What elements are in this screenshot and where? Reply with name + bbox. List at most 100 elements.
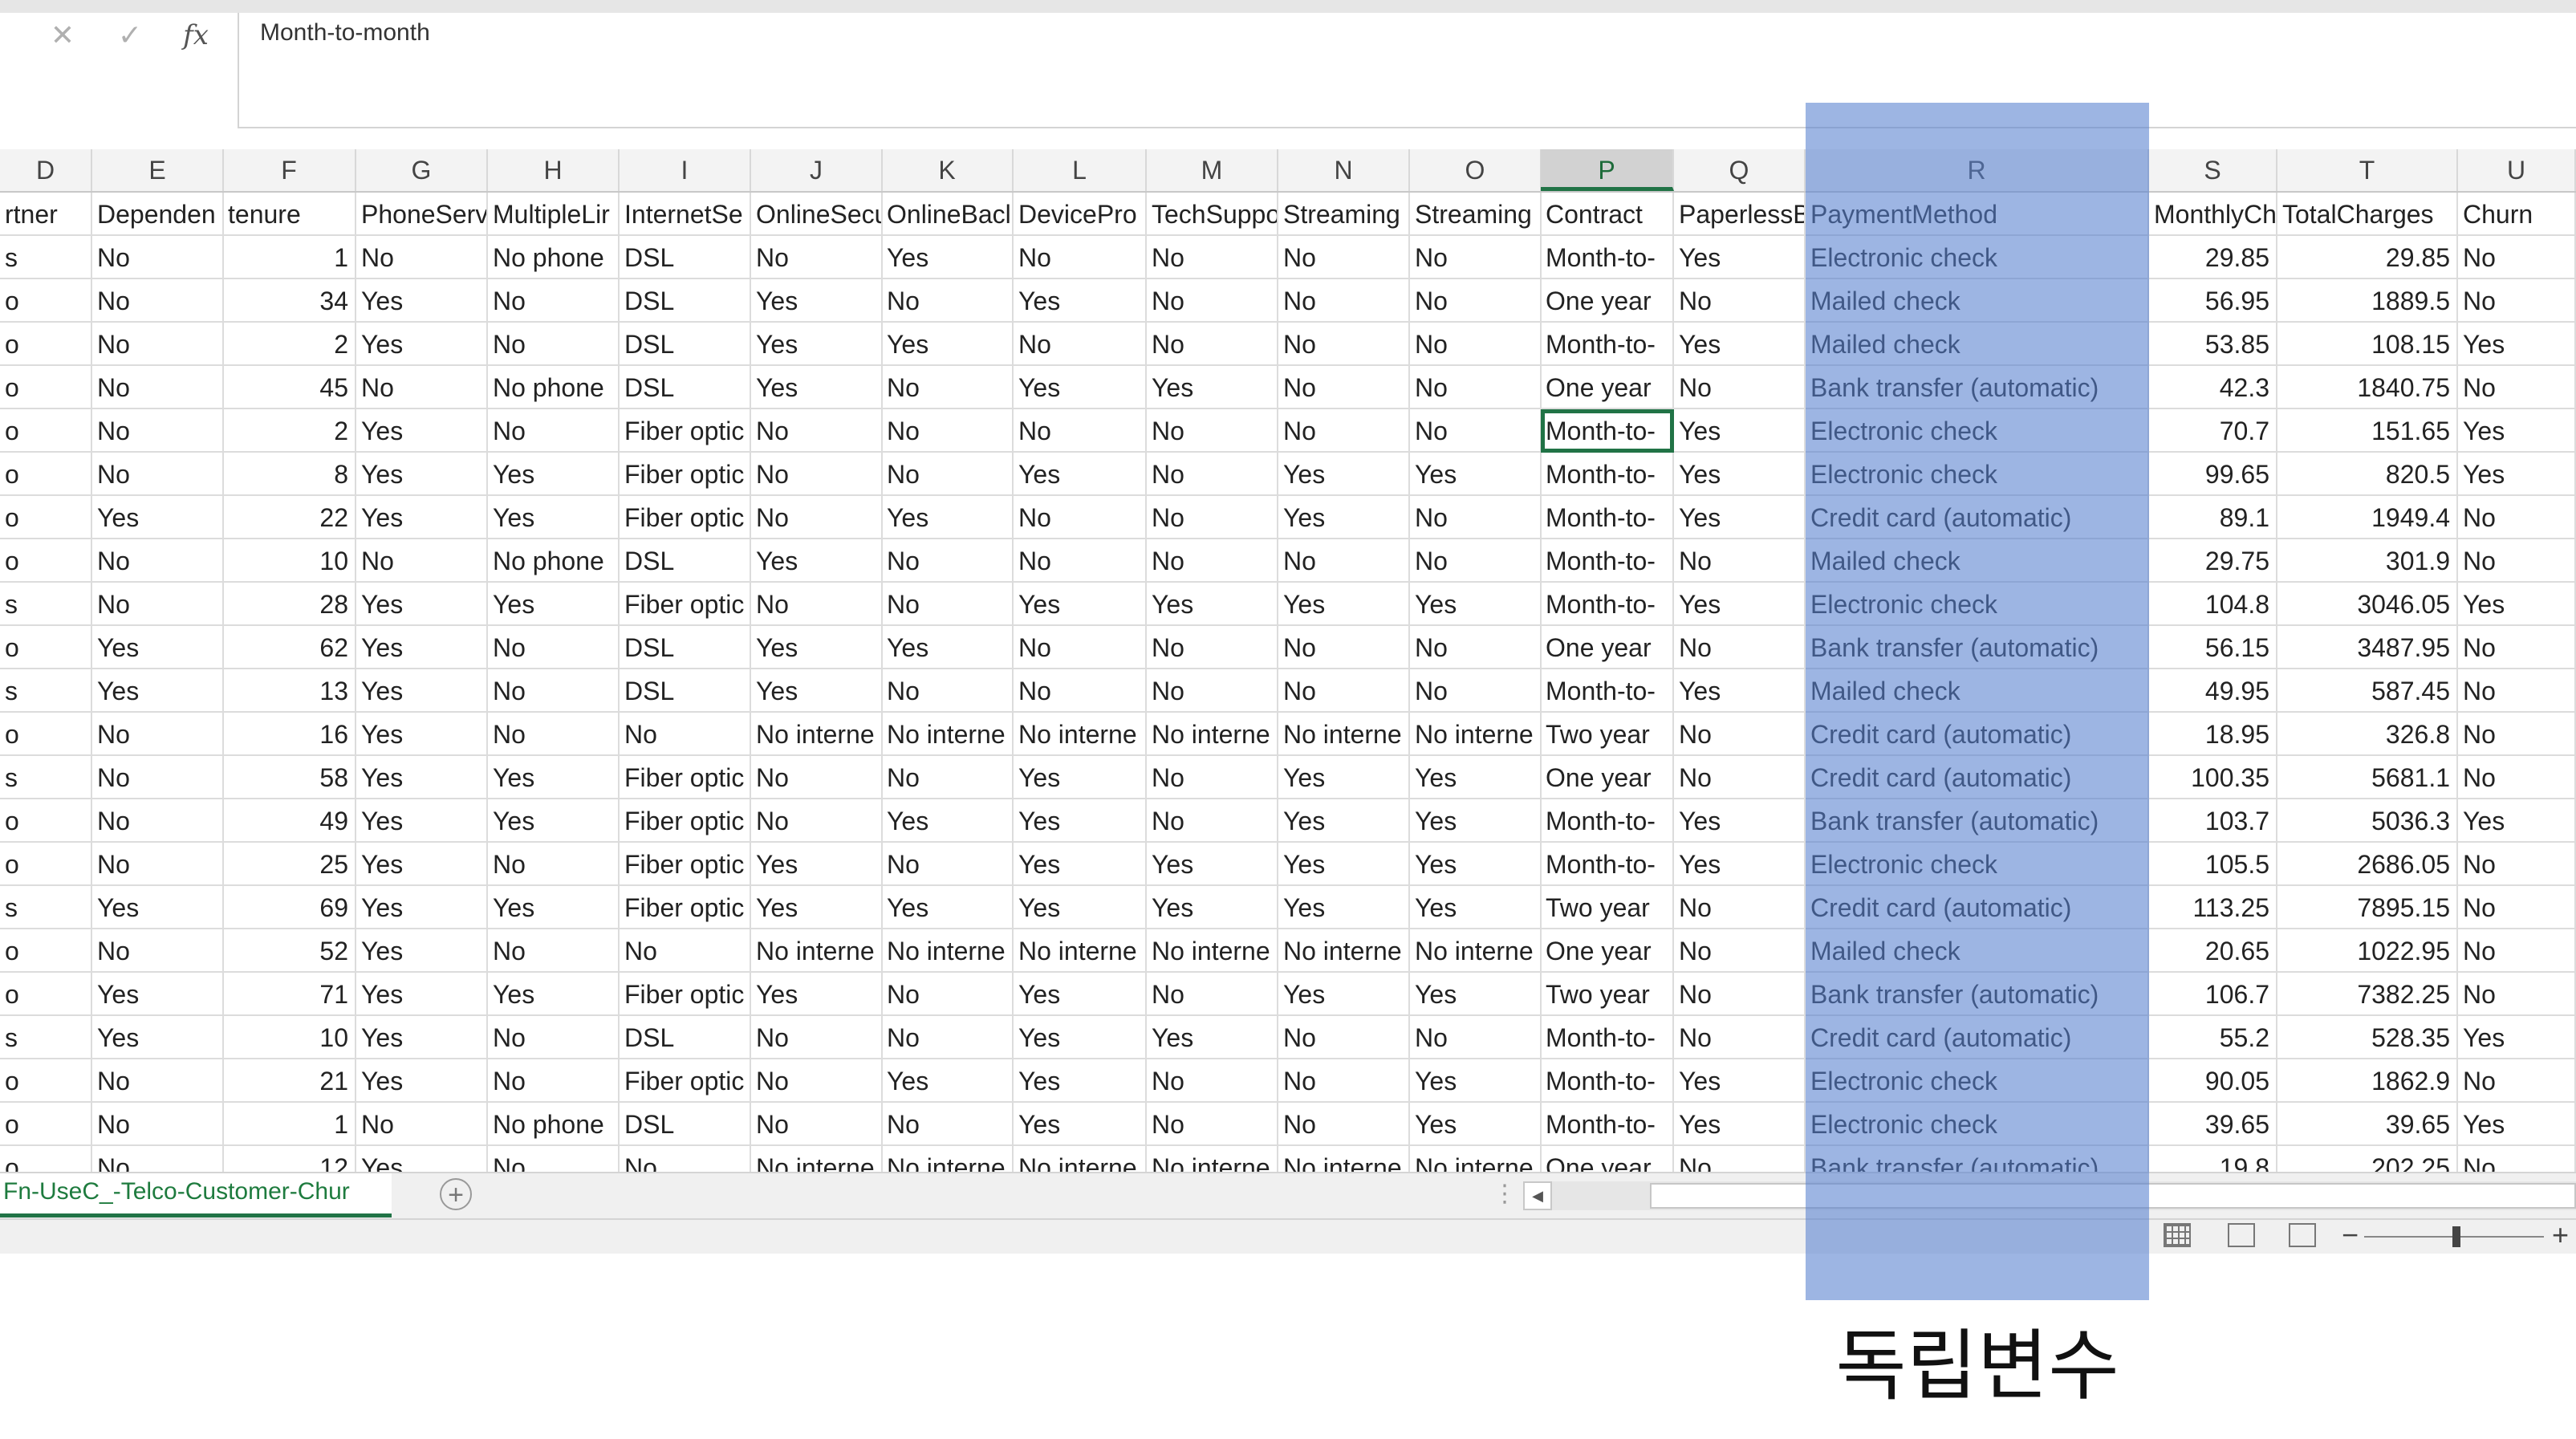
header-cell-p[interactable]: Contract (1541, 193, 1674, 236)
cell-m[interactable]: No interne (1147, 713, 1278, 756)
cell-s[interactable]: 49.95 (2149, 669, 2277, 713)
cell-o[interactable]: No (1410, 669, 1542, 713)
cell-q[interactable]: Yes (1674, 583, 1806, 626)
cell-e[interactable]: Yes (92, 626, 224, 669)
cell-m[interactable]: No (1147, 756, 1278, 799)
cell-k[interactable]: No (882, 1016, 1014, 1059)
cell-o[interactable]: Yes (1410, 799, 1542, 843)
cell-l[interactable]: Yes (1014, 279, 1147, 323)
cell-i[interactable]: Fiber optic (620, 583, 751, 626)
cell-f[interactable]: 2 (223, 323, 356, 366)
cell-s[interactable]: 39.65 (2149, 1103, 2277, 1146)
cell-d[interactable]: o (0, 279, 92, 323)
cell-o[interactable]: Yes (1410, 1103, 1542, 1146)
cell-o[interactable]: Yes (1410, 886, 1542, 929)
cell-f[interactable]: 45 (223, 366, 356, 409)
cell-q[interactable]: Yes (1674, 453, 1806, 496)
cell-f[interactable]: 10 (223, 539, 356, 583)
cell-e[interactable]: No (92, 929, 224, 973)
cell-l[interactable]: No interne (1014, 929, 1147, 973)
header-cell-g[interactable]: PhoneServ (356, 193, 488, 236)
cell-h[interactable]: Yes (488, 453, 620, 496)
cell-u[interactable]: Yes (2458, 1016, 2576, 1059)
cell-e[interactable]: No (92, 843, 224, 886)
cell-f[interactable]: 10 (223, 1016, 356, 1059)
cell-p[interactable]: Month-to- (1541, 453, 1674, 496)
cell-d[interactable]: o (0, 1146, 92, 1172)
cell-j[interactable]: No (751, 583, 883, 626)
cell-f[interactable]: 49 (223, 799, 356, 843)
zoom-in-button[interactable]: + (2552, 1218, 2569, 1252)
cell-k[interactable]: No (882, 1103, 1014, 1146)
cell-u[interactable]: Yes (2458, 323, 2576, 366)
cell-l[interactable]: Yes (1014, 1103, 1147, 1146)
cell-g[interactable]: Yes (356, 1059, 488, 1103)
cell-o[interactable]: No (1410, 323, 1542, 366)
cell-q[interactable]: Yes (1674, 323, 1806, 366)
cell-k[interactable]: Yes (882, 799, 1014, 843)
cell-n[interactable]: No (1278, 1016, 1410, 1059)
cell-l[interactable]: Yes (1014, 756, 1147, 799)
cell-f[interactable]: 1 (223, 236, 356, 279)
cell-h[interactable]: No (488, 626, 620, 669)
cell-p[interactable]: Month-to- (1541, 1059, 1674, 1103)
cell-k[interactable]: No (882, 409, 1014, 453)
cell-q[interactable]: No (1674, 279, 1806, 323)
cell-k[interactable]: No (882, 366, 1014, 409)
cell-e[interactable]: Yes (92, 496, 224, 539)
header-cell-e[interactable]: Dependen (92, 193, 224, 236)
header-cell-h[interactable]: MultipleLir (488, 193, 620, 236)
cell-l[interactable]: Yes (1014, 366, 1147, 409)
column-header-g[interactable]: G (356, 149, 488, 191)
cell-p[interactable]: Two year (1541, 886, 1674, 929)
cell-t[interactable]: 7382.25 (2277, 973, 2458, 1016)
cell-u[interactable]: No (2458, 279, 2576, 323)
cell-h[interactable]: No phone (488, 1103, 620, 1146)
cell-l[interactable]: No (1014, 409, 1147, 453)
cell-e[interactable]: No (92, 756, 224, 799)
cell-g[interactable]: Yes (356, 626, 488, 669)
cell-s[interactable]: 104.8 (2149, 583, 2277, 626)
cell-u[interactable]: No (2458, 929, 2576, 973)
cell-k[interactable]: No (882, 669, 1014, 713)
cell-t[interactable]: 587.45 (2277, 669, 2458, 713)
cell-o[interactable]: No (1410, 409, 1542, 453)
cell-e[interactable]: Yes (92, 886, 224, 929)
cell-s[interactable]: 113.25 (2149, 886, 2277, 929)
cell-g[interactable]: Yes (356, 279, 488, 323)
cell-g[interactable]: Yes (356, 496, 488, 539)
cell-n[interactable]: No (1278, 669, 1410, 713)
cell-s[interactable]: 29.85 (2149, 236, 2277, 279)
cell-j[interactable]: No interne (751, 713, 883, 756)
page-layout-view-icon[interactable] (2228, 1223, 2255, 1247)
cell-j[interactable]: Yes (751, 539, 883, 583)
column-header-h[interactable]: H (488, 149, 620, 191)
cell-i[interactable]: Fiber optic (620, 409, 751, 453)
cell-g[interactable]: Yes (356, 756, 488, 799)
cell-t[interactable]: 1840.75 (2277, 366, 2458, 409)
cell-m[interactable]: No (1147, 626, 1278, 669)
cell-i[interactable]: Fiber optic (620, 886, 751, 929)
cell-k[interactable]: No interne (882, 713, 1014, 756)
cell-m[interactable]: Yes (1147, 366, 1278, 409)
cell-j[interactable]: No interne (751, 929, 883, 973)
cell-o[interactable]: Yes (1410, 583, 1542, 626)
cell-s[interactable]: 106.7 (2149, 973, 2277, 1016)
cell-f[interactable]: 22 (223, 496, 356, 539)
formula-input[interactable]: Month-to-month (238, 13, 2576, 128)
cell-q[interactable]: Yes (1674, 1059, 1806, 1103)
cell-k[interactable]: No (882, 756, 1014, 799)
close-icon[interactable]: ✕ (39, 16, 87, 55)
cell-g[interactable]: No (356, 366, 488, 409)
cell-t[interactable]: 151.65 (2277, 409, 2458, 453)
cell-t[interactable]: 39.65 (2277, 1103, 2458, 1146)
cell-i[interactable]: DSL (620, 669, 751, 713)
cell-i[interactable]: Fiber optic (620, 799, 751, 843)
cell-h[interactable]: No (488, 279, 620, 323)
column-header-q[interactable]: Q (1674, 149, 1806, 191)
cell-m[interactable]: No interne (1147, 1146, 1278, 1172)
cell-f[interactable]: 1 (223, 1103, 356, 1146)
cell-g[interactable]: Yes (356, 453, 488, 496)
cell-t[interactable]: 5681.1 (2277, 756, 2458, 799)
cell-e[interactable]: No (92, 236, 224, 279)
